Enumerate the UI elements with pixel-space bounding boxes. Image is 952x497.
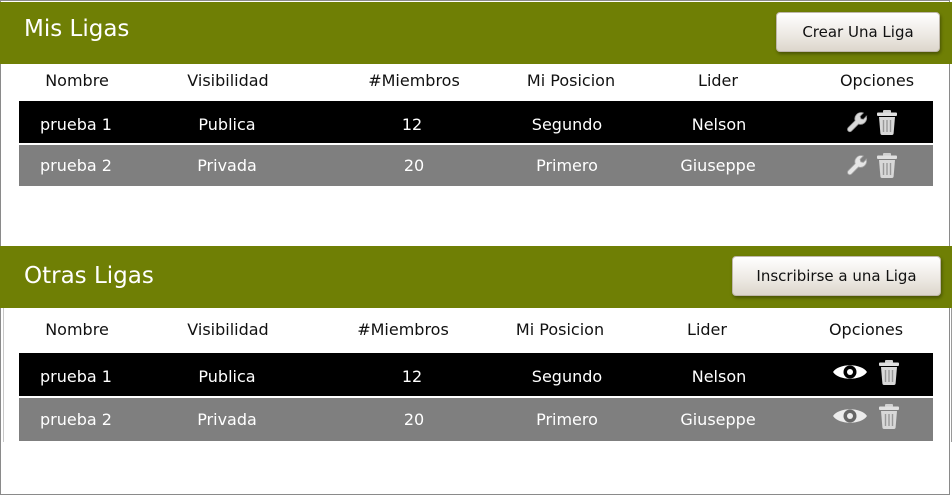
eye-icon[interactable] bbox=[832, 361, 868, 383]
crear-liga-button[interactable]: Crear Una Liga bbox=[776, 12, 940, 52]
column-header-nombre: Nombre bbox=[45, 320, 109, 339]
table-row[interactable]: prueba 2 Privada 20 Primero Giuseppe bbox=[19, 145, 933, 186]
trash-icon[interactable] bbox=[875, 109, 899, 135]
table-row[interactable]: prueba 2 Privada 20 Primero Giuseppe bbox=[19, 398, 933, 441]
column-header-lider: Lider bbox=[698, 71, 738, 90]
row-options bbox=[832, 403, 901, 429]
otras-ligas-header: Otras Ligas Inscribirse a una Liga bbox=[0, 246, 952, 308]
cell-posicion: Primero bbox=[536, 156, 598, 175]
cell-visibilidad: Privada bbox=[197, 156, 257, 175]
cell-nombre: prueba 2 bbox=[40, 410, 112, 429]
cell-lider: Nelson bbox=[691, 115, 747, 134]
cell-posicion: Segundo bbox=[531, 367, 603, 386]
column-header-visibilidad: Visibilidad bbox=[187, 71, 269, 90]
column-header-visibilidad: Visibilidad bbox=[187, 320, 269, 339]
column-header-miembros: #Miembros bbox=[357, 320, 449, 339]
cell-nombre: prueba 1 bbox=[40, 367, 112, 386]
cell-nombre: prueba 1 bbox=[40, 115, 112, 134]
row-options bbox=[846, 152, 899, 178]
cell-miembros: 12 bbox=[401, 115, 423, 134]
mis-ligas-header: Mis Ligas Crear Una Liga bbox=[0, 2, 952, 64]
cell-posicion: Primero bbox=[536, 410, 598, 429]
trash-icon[interactable] bbox=[875, 152, 899, 178]
wrench-icon[interactable] bbox=[846, 110, 870, 134]
inscribirse-liga-button[interactable]: Inscribirse a una Liga bbox=[732, 256, 941, 296]
cell-visibilidad: Publica bbox=[198, 367, 256, 386]
cell-lider: Giuseppe bbox=[680, 156, 756, 175]
eye-icon[interactable] bbox=[832, 405, 868, 427]
table-row[interactable]: prueba 1 Publica 12 Segundo Nelson bbox=[19, 353, 933, 396]
cell-lider: Nelson bbox=[691, 367, 747, 386]
table-row[interactable]: prueba 1 Publica 12 Segundo Nelson bbox=[19, 101, 933, 143]
cell-miembros: 12 bbox=[401, 367, 423, 386]
wrench-icon[interactable] bbox=[846, 153, 870, 177]
cell-nombre: prueba 2 bbox=[40, 156, 112, 175]
cell-visibilidad: Privada bbox=[197, 410, 257, 429]
row-options bbox=[832, 359, 901, 385]
cell-posicion: Segundo bbox=[531, 115, 603, 134]
column-header-opciones: Opciones bbox=[839, 71, 915, 90]
column-header-posicion: Mi Posicion bbox=[526, 71, 616, 90]
cell-visibilidad: Publica bbox=[198, 115, 256, 134]
cell-miembros: 20 bbox=[403, 156, 425, 175]
column-header-posicion: Mi Posicion bbox=[515, 320, 605, 339]
cell-miembros: 20 bbox=[403, 410, 425, 429]
trash-icon[interactable] bbox=[877, 359, 901, 385]
otras-ligas-title: Otras Ligas bbox=[24, 263, 154, 289]
column-header-lider: Lider bbox=[687, 320, 727, 339]
cell-lider: Giuseppe bbox=[680, 410, 756, 429]
column-header-miembros: #Miembros bbox=[368, 71, 460, 90]
row-options bbox=[846, 109, 899, 135]
column-header-nombre: Nombre bbox=[45, 71, 109, 90]
column-header-opciones: Opciones bbox=[828, 320, 904, 339]
mis-ligas-title: Mis Ligas bbox=[24, 16, 130, 42]
trash-icon[interactable] bbox=[877, 403, 901, 429]
